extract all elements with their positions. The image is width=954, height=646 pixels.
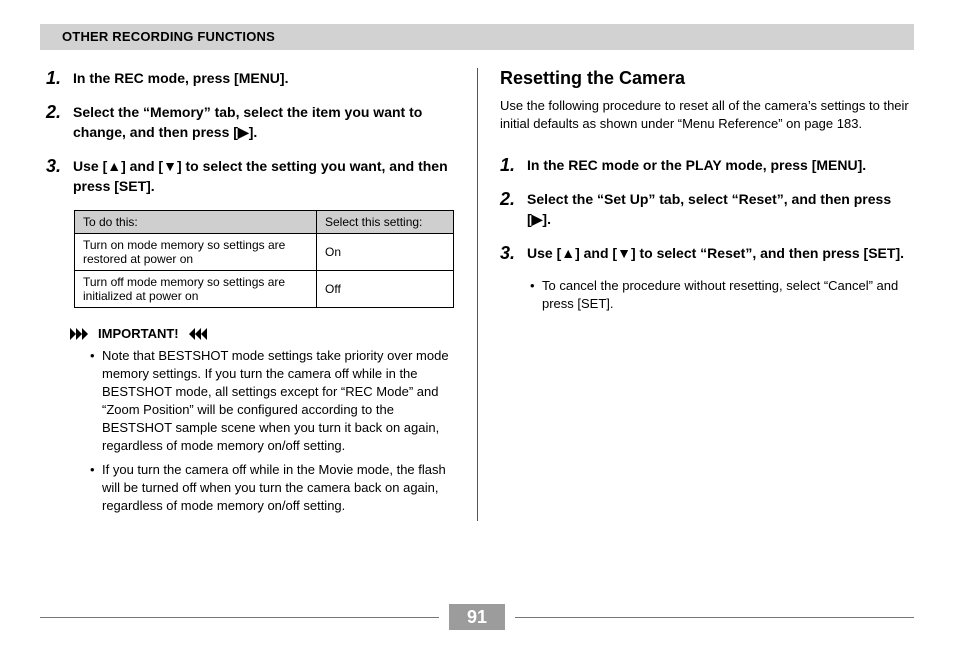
important-callout: IMPORTANT!	[70, 326, 459, 341]
step-text: In the REC mode, press [MENU].	[73, 68, 288, 88]
settings-table-wrap: To do this: Select this setting: Turn on…	[74, 210, 459, 308]
step-item: 2. Select the “Set Up” tab, select “Rese…	[500, 189, 914, 229]
table-cell-value: Off	[317, 271, 454, 308]
table-cell-desc: Turn off mode memory so settings are ini…	[75, 271, 317, 308]
step-number: 1.	[46, 68, 70, 88]
note-item: If you turn the camera off while in the …	[90, 461, 459, 515]
page-number: 91	[449, 604, 505, 630]
table-header-setting: Select this setting:	[317, 211, 454, 234]
right-title: Resetting the Camera	[500, 68, 914, 89]
table-row: Turn on mode memory so settings are rest…	[75, 234, 454, 271]
step-item: 1. In the REC mode, press [MENU].	[46, 68, 459, 88]
step-number: 2.	[46, 102, 70, 122]
right-sub-bullet-list: To cancel the procedure without resettin…	[530, 277, 914, 313]
settings-table: To do this: Select this setting: Turn on…	[74, 210, 454, 308]
step-number: 3.	[46, 156, 70, 176]
step-text: Select the “Set Up” tab, select “Reset”,…	[527, 189, 914, 229]
right-steps-list: 1. In the REC mode or the PLAY mode, pre…	[500, 155, 914, 263]
step-text: Use [▲] and [▼] to select “Reset”, and t…	[527, 243, 904, 263]
chevron-left-icon	[185, 328, 207, 340]
chevron-right-icon	[70, 328, 92, 340]
note-item: Note that BESTSHOT mode settings take pr…	[90, 347, 459, 455]
left-steps-list: 1. In the REC mode, press [MENU]. 2. Sel…	[46, 68, 459, 196]
table-cell-desc: Turn on mode memory so settings are rest…	[75, 234, 317, 271]
step-number: 2.	[500, 189, 524, 209]
manual-page: OTHER RECORDING FUNCTIONS 1. In the REC …	[0, 0, 954, 646]
important-notes-list: Note that BESTSHOT mode settings take pr…	[90, 347, 459, 515]
important-label: IMPORTANT!	[98, 326, 179, 341]
footer-rule-left	[40, 617, 439, 618]
step-item: 3. Use [▲] and [▼] to select the setting…	[46, 156, 459, 196]
step-text: Use [▲] and [▼] to select the setting yo…	[73, 156, 459, 196]
section-header: OTHER RECORDING FUNCTIONS	[40, 24, 914, 50]
step-text: In the REC mode or the PLAY mode, press …	[527, 155, 866, 175]
page-footer: 91	[40, 604, 914, 630]
step-text: Select the “Memory” tab, select the item…	[73, 102, 459, 142]
table-header-todo: To do this:	[75, 211, 317, 234]
step-item: 2. Select the “Memory” tab, select the i…	[46, 102, 459, 142]
table-row: Turn off mode memory so settings are ini…	[75, 271, 454, 308]
right-column: Resetting the Camera Use the following p…	[477, 68, 914, 521]
right-intro: Use the following procedure to reset all…	[500, 97, 914, 133]
step-item: 1. In the REC mode or the PLAY mode, pre…	[500, 155, 914, 175]
step-number: 1.	[500, 155, 524, 175]
table-cell-value: On	[317, 234, 454, 271]
left-column: 1. In the REC mode, press [MENU]. 2. Sel…	[40, 68, 477, 521]
footer-rule-right	[515, 617, 914, 618]
two-column-layout: 1. In the REC mode, press [MENU]. 2. Sel…	[40, 68, 914, 521]
step-number: 3.	[500, 243, 524, 263]
sub-bullet-item: To cancel the procedure without resettin…	[530, 277, 914, 313]
step-item: 3. Use [▲] and [▼] to select “Reset”, an…	[500, 243, 914, 263]
